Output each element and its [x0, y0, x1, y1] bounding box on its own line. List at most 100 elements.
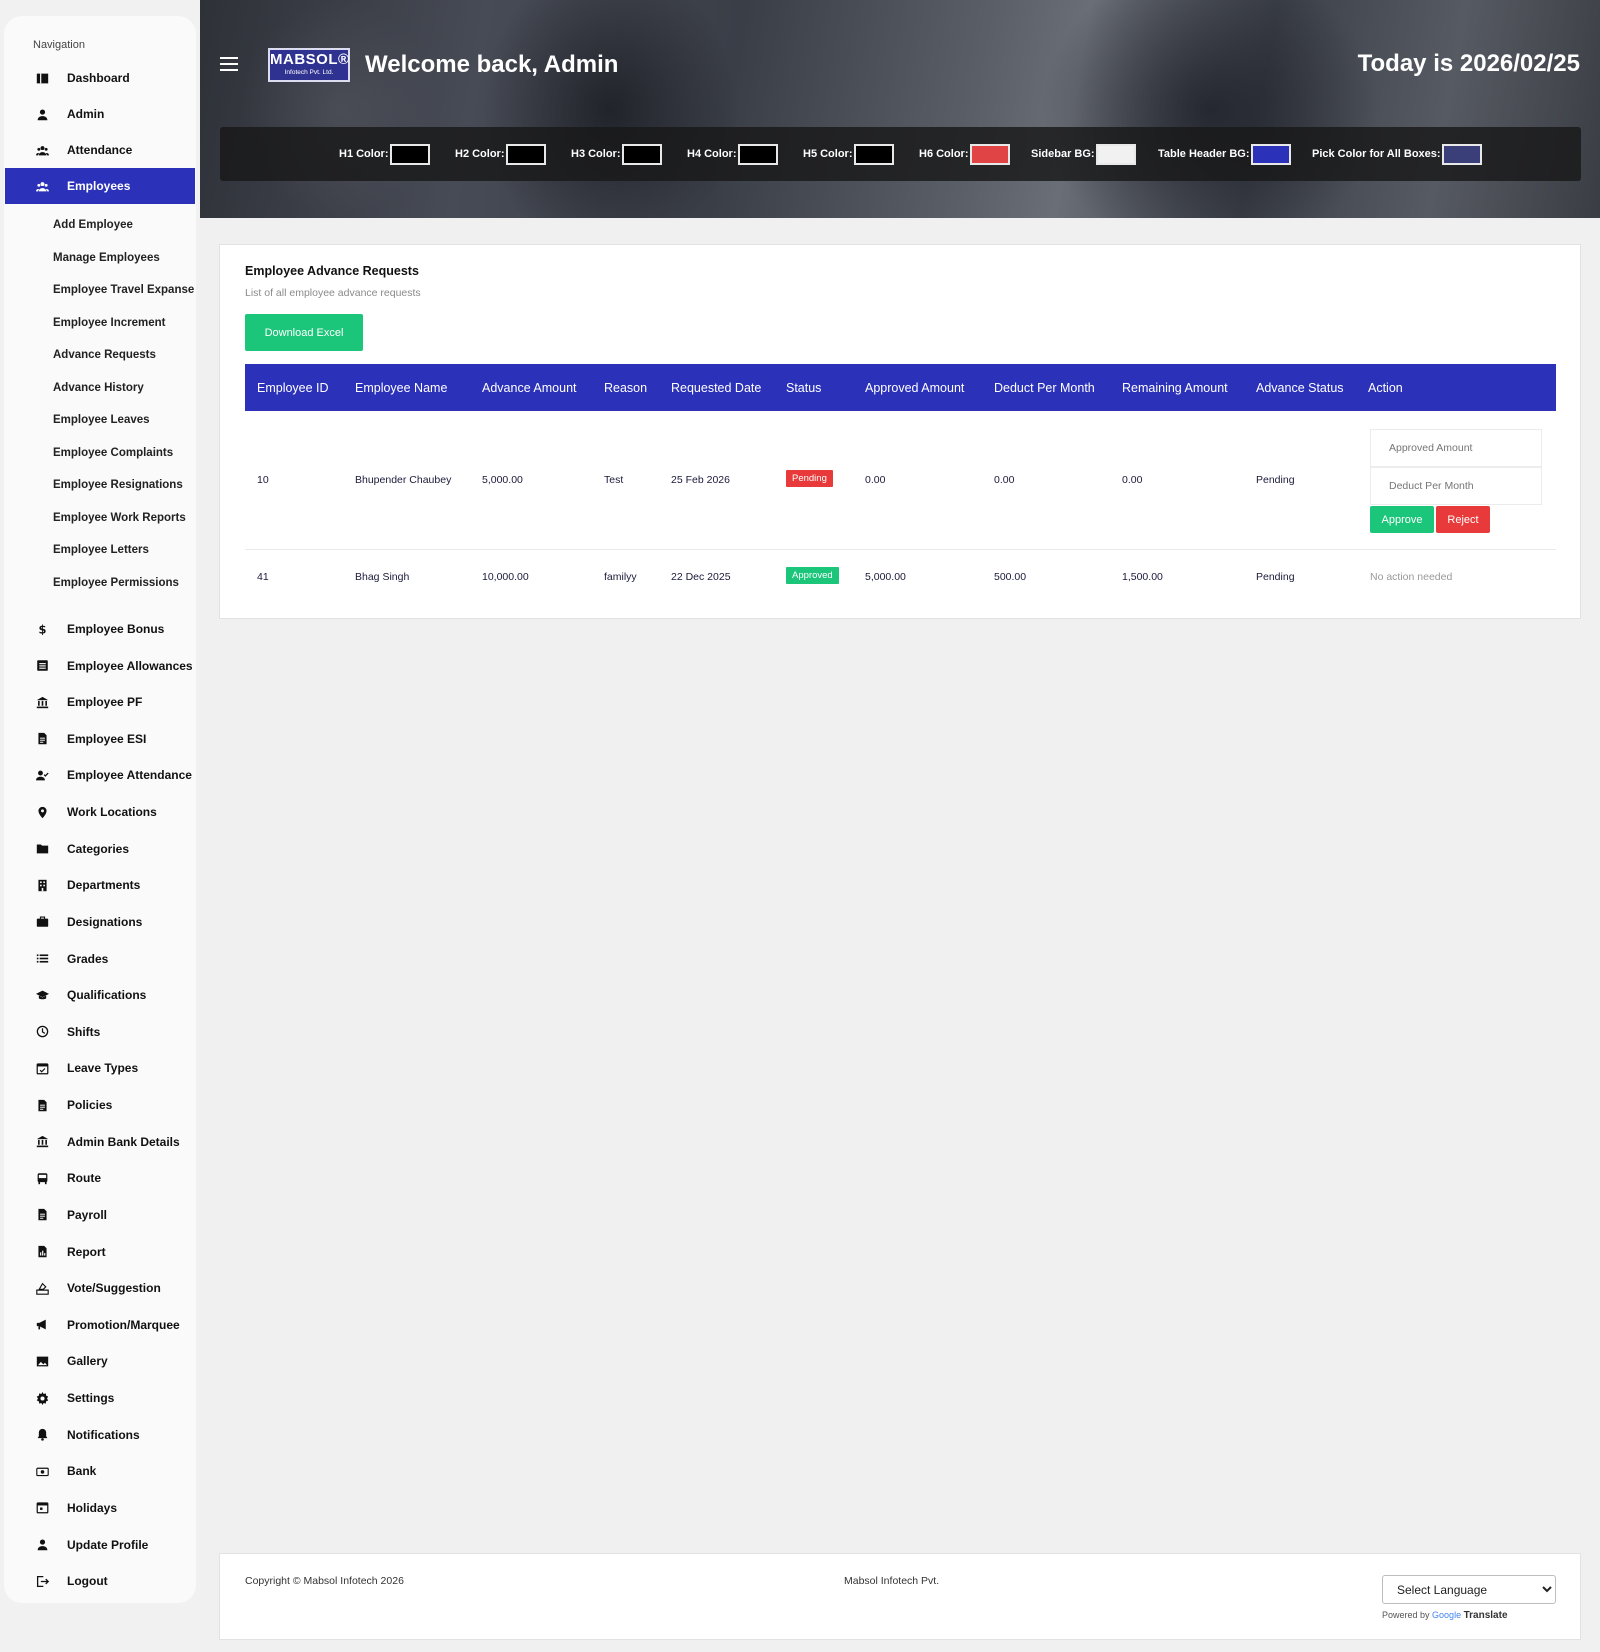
sidebar-item-employee-allowances[interactable]: Employee Allowances [5, 648, 195, 684]
menu-toggle-icon[interactable] [220, 57, 238, 71]
sidebar-item-label: Admin [67, 107, 105, 121]
all-boxes-color-swatch[interactable] [1441, 143, 1482, 165]
table-row: 41 Bhag Singh 10,000.00 familyy 22 Dec 2… [245, 550, 1556, 604]
table-row: 10 Bhupender Chaubey 5,000.00 Test 25 Fe… [245, 411, 1556, 550]
sidebar-item-settings[interactable]: Settings [5, 1380, 195, 1416]
col-remaining-amount: Remaining Amount [1122, 380, 1228, 395]
sidebar-item-employee-pf[interactable]: Employee PF [5, 684, 195, 720]
col-requested-date: Requested Date [671, 380, 762, 395]
sidebar-item-logout[interactable]: Logout [5, 1563, 195, 1599]
sidebar-item-employee-esi[interactable]: Employee ESI [5, 721, 195, 757]
h1-color-swatch[interactable] [389, 143, 430, 165]
sidebar-item-bank[interactable]: Bank [5, 1453, 195, 1489]
clock-icon [35, 1025, 49, 1039]
group-icon [35, 179, 49, 193]
submenu-item-advance-history[interactable]: Advance History [53, 382, 144, 394]
sidebar-item-departments[interactable]: Departments [5, 867, 195, 903]
location-pin-icon [35, 805, 49, 819]
document-icon [35, 1208, 49, 1222]
powered-by-text: Powered by [1382, 1610, 1430, 1620]
sidebar-item-employee-bonus[interactable]: $ Employee Bonus [5, 611, 195, 647]
cell-reason: familyy [604, 571, 637, 583]
cell-status: Pending [786, 470, 833, 487]
advance-requests-panel: Employee Advance Requests List of all em… [219, 244, 1581, 619]
h4-color-swatch[interactable] [737, 143, 778, 165]
sidebar-item-report[interactable]: Report [5, 1234, 195, 1270]
sidebar-item-dashboard[interactable]: Dashboard [5, 60, 195, 96]
submenu-item-employee-work-reports[interactable]: Employee Work Reports [53, 512, 186, 524]
sidebar-item-label: Notifications [67, 1427, 140, 1442]
submenu-item-employee-increment[interactable]: Employee Increment [53, 317, 165, 329]
sidebar-item-leave-types[interactable]: Leave Types [5, 1050, 195, 1086]
sidebar-item-payroll[interactable]: Payroll [5, 1197, 195, 1233]
dollar-icon: $ [35, 622, 49, 636]
sidebar-item-shifts[interactable]: Shifts [5, 1014, 195, 1050]
banner-photo [480, 0, 740, 218]
reject-button[interactable]: Reject [1436, 506, 1490, 533]
submenu-item-employee-complaints[interactable]: Employee Complaints [53, 447, 173, 459]
submenu-item-manage-employees[interactable]: Manage Employees [53, 252, 160, 264]
deduct-per-month-input[interactable] [1370, 467, 1542, 505]
company-name-text: Mabsol Infotech Pvt. [844, 1575, 940, 1587]
folder-icon [35, 842, 49, 856]
sidebar-bg-picker: Sidebar BG: [1031, 127, 1136, 181]
user-check-icon [35, 768, 49, 782]
sidebar-item-grades[interactable]: Grades [5, 941, 195, 977]
approved-amount-input[interactable] [1370, 429, 1542, 467]
sidebar-item-admin-bank-details[interactable]: Admin Bank Details [5, 1124, 195, 1160]
submenu-item-advance-requests[interactable]: Advance Requests [53, 349, 156, 361]
cell-employee-name: Bhupender Chaubey [355, 474, 452, 486]
sidebar-item-holidays[interactable]: Holidays [5, 1490, 195, 1526]
submenu-item-add-employee[interactable]: Add Employee [53, 219, 133, 231]
sidebar-item-policies[interactable]: Policies [5, 1087, 195, 1123]
sidebar-item-attendance[interactable]: Attendance [5, 132, 195, 168]
h2-color-swatch[interactable] [505, 143, 546, 165]
sidebar-item-gallery[interactable]: Gallery [5, 1343, 195, 1379]
logout-icon [35, 1574, 49, 1588]
bank-icon [35, 695, 49, 709]
h3-color-swatch[interactable] [621, 143, 662, 165]
sidebar-item-promotion-marquee[interactable]: Promotion/Marquee [5, 1307, 195, 1343]
sidebar-item-designations[interactable]: Designations [5, 904, 195, 940]
sidebar-item-route[interactable]: Route [5, 1160, 195, 1196]
h5-color-picker: H5 Color: [803, 127, 894, 181]
sidebar-item-label: Holidays [67, 1500, 118, 1515]
sidebar-item-notifications[interactable]: Notifications [5, 1417, 195, 1453]
download-excel-button[interactable]: Download Excel [245, 314, 363, 351]
language-select[interactable]: Select Language [1382, 1575, 1556, 1604]
sidebar-item-vote-suggestion[interactable]: Vote/Suggestion [5, 1270, 195, 1306]
sidebar-bg-swatch[interactable] [1095, 143, 1136, 165]
submenu-item-employee-leaves[interactable]: Employee Leaves [53, 414, 150, 426]
sidebar-bg-label: Sidebar BG: [1031, 148, 1095, 160]
cell-employee-id: 41 [257, 571, 269, 583]
banner-photo-shade [1040, 0, 1380, 218]
h6-color-label: H6 Color: [919, 148, 969, 160]
cell-deduct-per-month: 0.00 [994, 474, 1015, 486]
sidebar-item-label: Work Locations [67, 805, 157, 820]
table-header-bg-swatch[interactable] [1250, 143, 1291, 165]
cell-requested-date: 25 Feb 2026 [671, 474, 730, 486]
sidebar-item-qualifications[interactable]: Qualifications [5, 977, 195, 1013]
sidebar-item-employee-attendance[interactable]: Employee Attendance [5, 757, 195, 793]
cell-deduct-per-month: 500.00 [994, 571, 1027, 583]
approve-button[interactable]: Approve [1370, 506, 1434, 533]
submenu-item-employee-travel-expanse[interactable]: Employee Travel Expanse [53, 284, 194, 296]
submenu-item-employee-letters[interactable]: Employee Letters [53, 544, 149, 556]
image-icon [35, 1354, 49, 1368]
bus-icon [35, 1171, 49, 1185]
h5-color-swatch[interactable] [853, 143, 894, 165]
sidebar-item-categories[interactable]: Categories [5, 831, 195, 867]
translate-link[interactable]: Translate [1464, 1610, 1508, 1621]
calendar-icon [35, 1501, 49, 1515]
cell-remaining-amount: 1,500.00 [1122, 571, 1163, 583]
sidebar-item-update-profile[interactable]: Update Profile [5, 1527, 195, 1563]
h6-color-swatch[interactable] [969, 143, 1010, 165]
logo-wordmark: MABSOL® [270, 51, 350, 68]
sidebar-item-admin[interactable]: Admin [5, 96, 195, 132]
sidebar-item-label: Route [67, 1171, 101, 1186]
svg-text:$: $ [38, 623, 46, 636]
sidebar-item-employees[interactable]: Employees [5, 168, 195, 204]
submenu-item-employee-permissions[interactable]: Employee Permissions [53, 577, 179, 589]
submenu-item-employee-resignations[interactable]: Employee Resignations [53, 479, 183, 491]
sidebar-item-work-locations[interactable]: Work Locations [5, 794, 195, 830]
